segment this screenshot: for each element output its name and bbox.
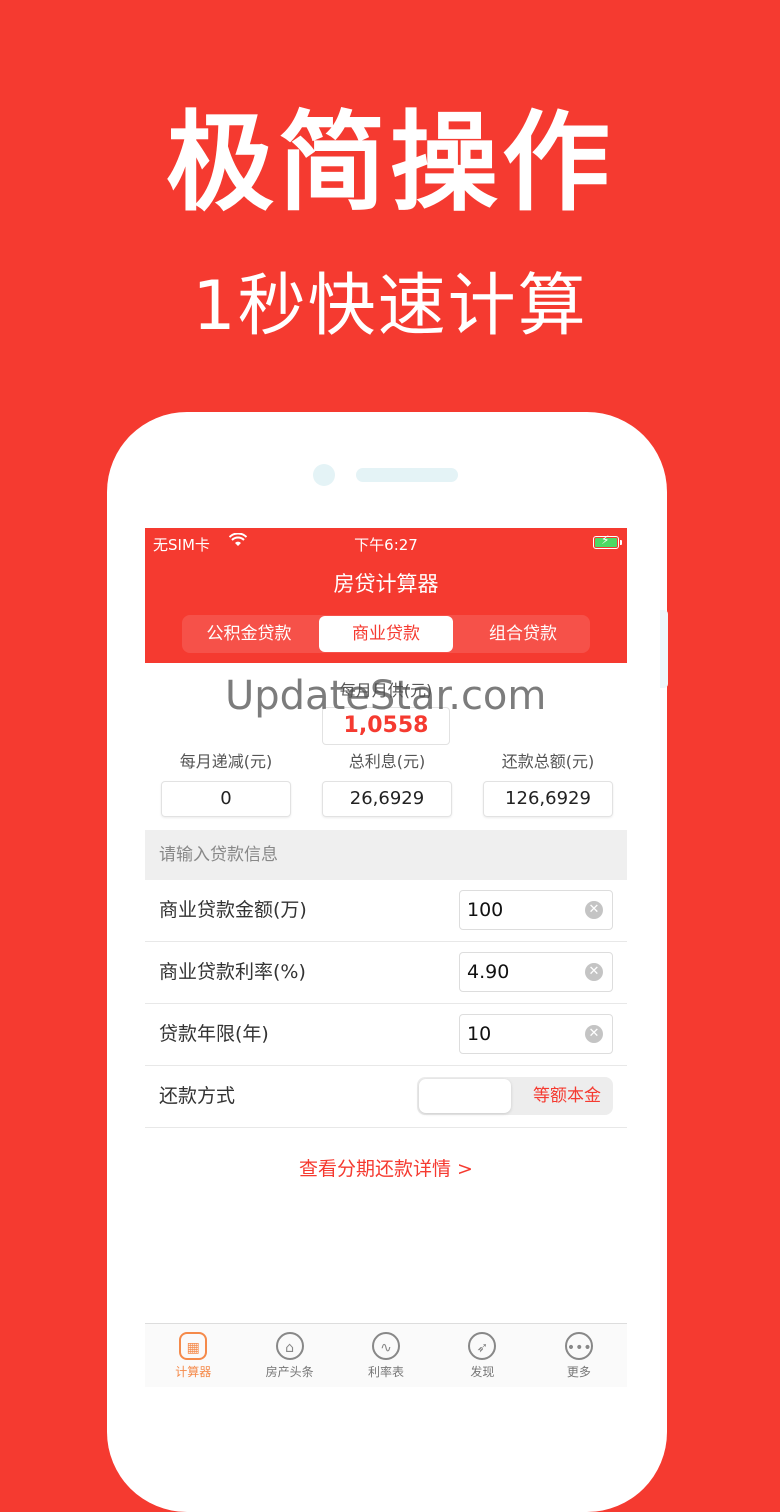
home-icon: ⌂ <box>275 1332 304 1360</box>
loan-amount-label: 商业贷款金额(万) <box>159 899 307 921</box>
tab-more[interactable]: ••• 更多 <box>531 1324 627 1387</box>
total-interest-block: 总利息(元) 26,6929 <box>322 749 452 817</box>
results-panel: 每月月供(元) 1,0558 UpdateStar.com 每月递减(元) 0 … <box>145 663 627 830</box>
monthly-decrease-label: 每月递减(元) <box>179 752 273 771</box>
loan-years-row: 贷款年限(年) 10 ✕ <box>145 1004 627 1066</box>
phone-camera <box>313 464 335 486</box>
toggle-knob[interactable] <box>419 1079 511 1113</box>
hero-subtitle: 1秒快速计算 <box>192 267 588 346</box>
clear-icon[interactable]: ✕ <box>585 963 603 981</box>
total-interest-value: 26,6929 <box>322 781 452 817</box>
app-screen: 无SIM卡 下午6:27 ⚡ 房贷计算器 公积金贷款 商业贷款 组合贷款 每月月… <box>145 528 627 1387</box>
form-section-header: 请输入贷款信息 <box>145 830 627 880</box>
hero-title: 极简操作 <box>165 101 614 226</box>
nav-bar: 无SIM卡 下午6:27 ⚡ 房贷计算器 公积金贷款 商业贷款 组合贷款 <box>145 528 627 663</box>
phone-speaker <box>356 468 458 482</box>
phone-side-button <box>660 610 668 688</box>
total-repayment-label: 还款总额(元) <box>501 752 595 771</box>
repayment-method-row: 还款方式 等额本金 <box>145 1066 627 1128</box>
loan-amount-value: 100 <box>467 899 504 921</box>
clear-icon[interactable]: ✕ <box>585 901 603 919</box>
loan-rate-label: 商业贷款利率(%) <box>159 961 306 983</box>
total-repayment-block: 还款总额(元) 126,6929 <box>483 749 613 817</box>
equal-principal-option[interactable]: 等额本金 <box>533 1077 601 1115</box>
tab-discover-label: 发现 <box>470 1365 495 1379</box>
repayment-method-toggle[interactable]: 等额本金 <box>417 1077 613 1115</box>
status-bar: 无SIM卡 下午6:27 ⚡ <box>153 532 622 554</box>
installment-details-link[interactable]: 查看分期还款详情 > <box>145 1154 627 1181</box>
tab-discover[interactable]: ➶ 发现 <box>434 1324 530 1387</box>
tab-rate-table[interactable]: ∿ 利率表 <box>338 1324 434 1387</box>
clear-icon[interactable]: ✕ <box>585 1025 603 1043</box>
loan-rate-row: 商业贷款利率(%) 4.90 ✕ <box>145 942 627 1004</box>
tab-commercial-loan[interactable]: 商业贷款 <box>319 616 453 652</box>
loan-amount-row: 商业贷款金额(万) 100 ✕ <box>145 880 627 942</box>
total-repayment-value: 126,6929 <box>483 781 613 817</box>
loan-type-segmented-control: 公积金贷款 商业贷款 组合贷款 <box>182 615 590 653</box>
watermark: UpdateStar.com <box>225 673 547 719</box>
status-time: 下午6:27 <box>354 536 418 554</box>
trend-icon: ∿ <box>372 1332 401 1360</box>
compass-icon: ➶ <box>468 1332 497 1360</box>
loan-rate-input[interactable]: 4.90 ✕ <box>459 952 613 992</box>
total-interest-label: 总利息(元) <box>348 752 426 771</box>
loan-years-value: 10 <box>467 1023 492 1045</box>
monthly-decrease-value: 0 <box>161 781 291 817</box>
tab-more-label: 更多 <box>566 1365 591 1379</box>
tab-provident-fund-loan[interactable]: 公积金贷款 <box>182 615 316 653</box>
repayment-method-label: 还款方式 <box>159 1085 236 1107</box>
monthly-decrease-block: 每月递减(元) 0 <box>161 749 291 817</box>
tab-combined-loan[interactable]: 组合贷款 <box>456 615 590 653</box>
tab-property-news[interactable]: ⌂ 房产头条 <box>241 1324 337 1387</box>
bottom-tab-bar: ▦ 计算器 ⌂ 房产头条 ∿ 利率表 ➶ 发现 ••• 更多 <box>145 1323 627 1387</box>
loan-rate-value: 4.90 <box>467 961 510 983</box>
more-icon: ••• <box>564 1332 593 1360</box>
tab-calculator[interactable]: ▦ 计算器 <box>145 1324 241 1387</box>
calculator-icon: ▦ <box>179 1332 208 1360</box>
loan-years-input[interactable]: 10 ✕ <box>459 1014 613 1054</box>
page-title: 房贷计算器 <box>333 572 439 596</box>
battery-icon: ⚡ <box>593 533 622 549</box>
tab-property-news-label: 房产头条 <box>265 1365 314 1379</box>
tab-calculator-label: 计算器 <box>175 1365 212 1379</box>
loan-amount-input[interactable]: 100 ✕ <box>459 890 613 930</box>
loan-years-label: 贷款年限(年) <box>159 1023 269 1045</box>
tab-rate-table-label: 利率表 <box>368 1365 405 1379</box>
